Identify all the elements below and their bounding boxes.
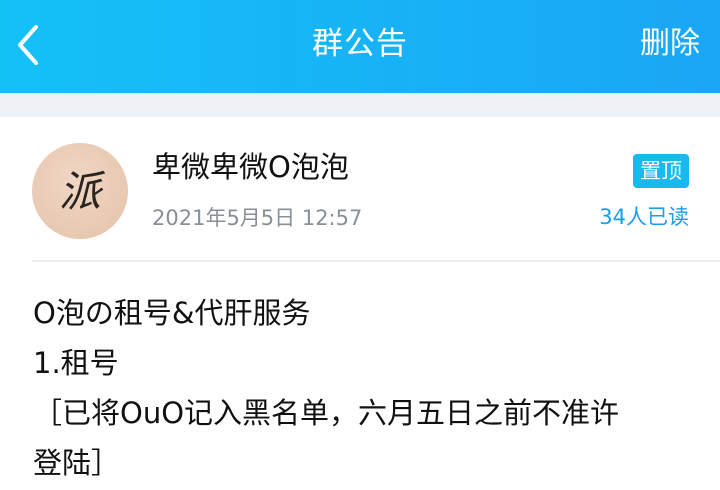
content-line: ［已将OuO记入黑名单，六月五日之前不准许 [33,396,620,430]
post-timestamp: 2021年5月5日 12:57 [152,206,363,230]
section-gap [0,93,720,117]
author-name: 卑微卑微O泡泡 [152,150,349,184]
content-line: 1.租号 [33,346,119,380]
avatar-glyph: 派 [59,167,106,216]
announcement-card: 派 卑微卑微O泡泡 2021年5月5日 12:57 置顶 34人已读 O泡の租号… [0,117,720,490]
content-line: 登陆］ [33,446,121,480]
content-line: O泡の租号&代肝服务 [33,296,311,330]
top-nav-bar: 群公告 删除 [0,0,720,93]
read-count-link[interactable]: 34人已读 [599,202,689,232]
pinned-badge: 置顶 [633,154,689,188]
avatar[interactable]: 派 [32,143,128,239]
page-title: 群公告 [312,26,408,62]
delete-button[interactable]: 删除 [640,22,700,66]
avatar-calligraphy-image: 派 [59,167,106,216]
divider [32,260,720,262]
announcement-content: O泡の租号&代肝服务 1.租号 ［已将OuO记入黑名单，六月五日之前不准许 登陆… [33,288,688,488]
